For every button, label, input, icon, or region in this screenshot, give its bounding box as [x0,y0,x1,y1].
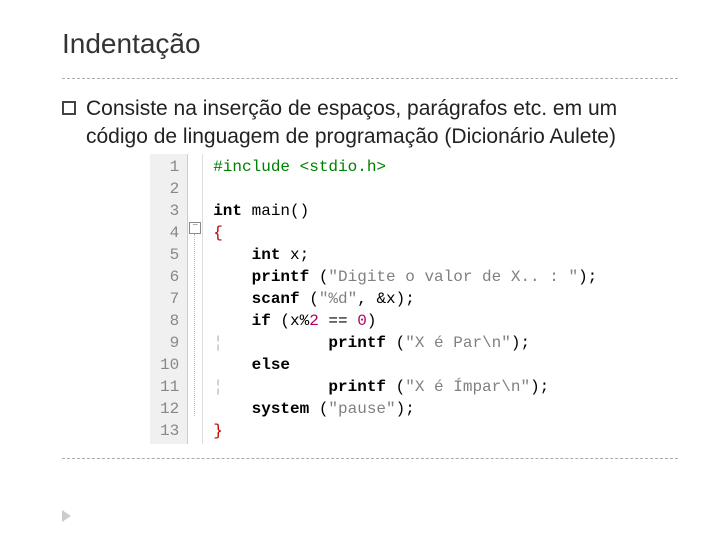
line-number: 7 [160,288,179,310]
code-token: x; [280,246,309,264]
line-number: 11 [160,376,179,398]
footer-triangle-icon [62,510,71,522]
code-token: ( [300,290,319,308]
code-token: ( [386,378,405,396]
line-number: 6 [160,266,179,288]
code-token: #include <stdio.h> [213,158,386,176]
code-token: "pause" [328,400,395,418]
code-token: 0 [357,312,367,330]
code-token: ) [367,312,377,330]
line-number: 12 [160,398,179,420]
line-number-gutter: 1 2 3 4 5 6 7 8 9 10 11 12 13 [150,154,188,444]
code-token: 2 [309,312,319,330]
fold-guide-line [194,234,195,416]
line-number: 3 [160,200,179,222]
line-number: 1 [160,156,179,178]
code-block: 1 2 3 4 5 6 7 8 9 10 11 12 13 − #include… [150,154,678,444]
line-number: 9 [160,332,179,354]
indent-guide: ¦ [213,334,251,352]
divider-bottom [62,458,678,459]
code-token: ( [386,334,405,352]
code-token: if [213,312,271,330]
indent-guide: ¦ [213,378,251,396]
code-content: #include <stdio.h> int main() { int x; p… [203,154,597,444]
line-number: 10 [160,354,179,376]
code-token: else [213,356,290,374]
code-token: "X é Ímpar\n" [405,378,530,396]
code-token: printf [252,334,386,352]
line-number: 5 [160,244,179,266]
code-token: "%d" [319,290,357,308]
code-token: ( [309,400,328,418]
code-token: ); [530,378,549,396]
bullet-square-icon [62,101,76,115]
line-number: 2 [160,178,179,200]
code-token: int [213,246,280,264]
code-token: main() [242,202,309,220]
divider-top [62,78,678,79]
code-token: ); [396,400,415,418]
line-number: 13 [160,420,179,442]
code-token: } [213,422,223,440]
code-token: scanf [213,290,299,308]
line-number: 4 [160,222,179,244]
code-token: printf [252,378,386,396]
code-token: { [213,224,223,242]
code-token: ); [578,268,597,286]
bullet-text: Consiste na inserção de espaços, parágra… [86,95,678,152]
code-token: "X é Par\n" [405,334,511,352]
code-token: ( [309,268,328,286]
code-token: "Digite o valor de X.. : " [328,268,578,286]
code-token: int [213,202,242,220]
code-token: (x% [271,312,309,330]
code-token: system [213,400,309,418]
fold-column: − [188,154,203,444]
code-token: , &x); [357,290,415,308]
bullet-item: Consiste na inserção de espaços, parágra… [62,95,678,152]
code-token: ); [511,334,530,352]
code-token: == [319,312,357,330]
page-title: Indentação [62,28,678,60]
fold-toggle-icon[interactable]: − [189,222,201,234]
slide: Indentação Consiste na inserção de espaç… [0,0,720,540]
line-number: 8 [160,310,179,332]
code-token: printf [213,268,309,286]
